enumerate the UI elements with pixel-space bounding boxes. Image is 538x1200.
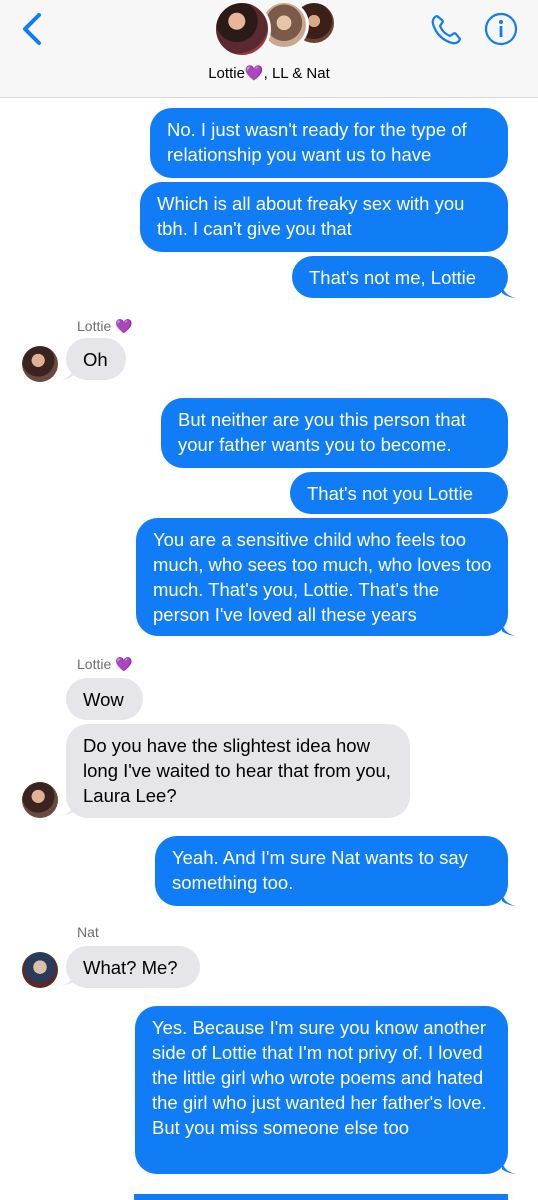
phone-icon[interactable] [428, 12, 464, 48]
message-outgoing[interactable]: No. I just wasn't ready for the type of … [150, 108, 508, 178]
bubble-tail [502, 282, 516, 298]
purple-heart-icon: 💜 [244, 65, 264, 82]
message-outgoing[interactable]: But neither are you this person that you… [161, 398, 508, 468]
sender-name: Nat [77, 924, 99, 940]
sender-avatar-nat[interactable] [22, 952, 58, 988]
message-outgoing[interactable]: That's not you Lottie [290, 472, 508, 514]
conversation-header: Lottie💜, LL & Nat [0, 0, 538, 98]
message-incoming[interactable]: Do you have the slightest idea how long … [66, 724, 410, 818]
message-incoming[interactable]: What? Me? [66, 946, 200, 988]
info-icon[interactable] [484, 12, 518, 46]
bubble-tail [502, 620, 516, 636]
next-message-edge [134, 1194, 508, 1200]
sender-name-text: Lottie [77, 656, 112, 672]
purple-heart-icon: 💜 [115, 656, 133, 672]
sender-avatar-lottie[interactable] [22, 782, 58, 818]
back-chevron-icon[interactable] [18, 12, 48, 46]
group-name-prefix: Lottie [208, 65, 245, 82]
message-outgoing[interactable]: Yeah. And I'm sure Nat wants to say some… [155, 836, 508, 906]
message-outgoing[interactable]: That's not me, Lottie [292, 256, 508, 298]
message-outgoing[interactable]: You are a sensitive child who feels too … [136, 518, 508, 636]
sender-name-text: Nat [77, 924, 99, 940]
purple-heart-icon: 💜 [115, 318, 133, 334]
sender-name: Lottie 💜 [77, 656, 133, 673]
message-outgoing[interactable]: Which is all about freaky sex with you t… [140, 182, 508, 252]
bubble-tail [502, 1158, 516, 1174]
bubble-tail [502, 890, 516, 906]
sender-avatar-lottie[interactable] [22, 346, 58, 382]
message-outgoing[interactable]: Yes. Because I'm sure you know another s… [135, 1006, 508, 1174]
avatar-lottie [213, 0, 271, 58]
sender-name: Lottie 💜 [77, 318, 133, 335]
group-name[interactable]: Lottie💜, LL & Nat [0, 64, 538, 82]
group-avatars[interactable] [213, 0, 337, 58]
group-name-suffix: , LL & Nat [263, 65, 330, 82]
message-incoming[interactable]: Oh [66, 338, 126, 380]
message-incoming[interactable]: Wow [66, 678, 143, 720]
sender-name-text: Lottie [77, 318, 112, 334]
